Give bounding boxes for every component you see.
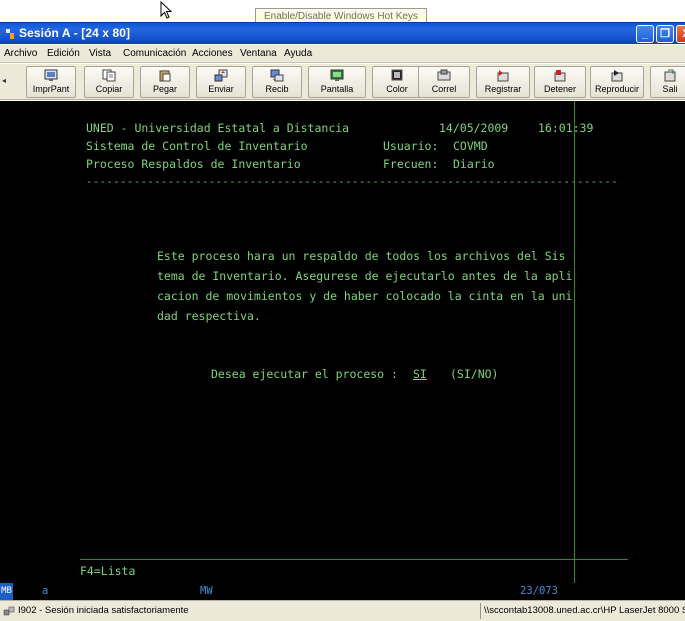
print-screen-icon (44, 69, 58, 81)
message-line-3: cacion de movimientos y de haber colocad… (157, 289, 573, 303)
receive-icon (270, 69, 284, 82)
execute-options: (SI/NO) (450, 367, 499, 381)
header-date: 14/05/2009 (439, 121, 509, 135)
play-icon (611, 70, 623, 82)
oia-mw-indicator: MW (200, 585, 213, 597)
toolbar-correl-button[interactable]: Correl (418, 66, 470, 98)
message-line-2: tema de Inventario. Asegurese de ejecuta… (157, 269, 573, 283)
toolbar-pantalla-label: Pantalla (320, 84, 354, 94)
toolbar-color-label: Color (386, 84, 408, 94)
oia-status-line: MB a MW 23/073 (0, 583, 685, 600)
toolbar-reproducir-label: Reproducir (594, 84, 640, 94)
correl-icon (437, 69, 451, 81)
toolbar-pegar-label: Pegar (152, 84, 178, 94)
status-message: I902 - Sesión iniciada satisfactoriament… (18, 605, 189, 616)
terminal-screen[interactable]: UNED - Universidad Estatal a Distancia 1… (0, 101, 685, 583)
printer-path: \\sccontab13008.uned.ac.cr\HP LaserJet 8… (484, 605, 685, 616)
send-icon (214, 69, 228, 82)
toolbar-imprpant-button[interactable]: ImprPant (26, 66, 76, 98)
toolbar-sali-button[interactable]: Sali (650, 66, 685, 98)
header-time: 16:01:39 (538, 121, 594, 135)
menu-archivo[interactable]: Archivo (4, 48, 37, 59)
menu-acciones[interactable]: Acciones (192, 48, 233, 59)
toolbar-reproducir-button[interactable]: Reproducir (590, 66, 644, 98)
toolbar-scroll-left-icon[interactable]: ◂ (2, 76, 6, 85)
execute-answer-field[interactable]: SI (413, 367, 427, 381)
record-icon (497, 70, 509, 82)
oia-cursor-position: 23/073 (520, 585, 558, 597)
f4-lista-key[interactable]: F4=Lista (80, 564, 135, 578)
minimize-button[interactable]: _ (636, 25, 654, 43)
toolbar-recib-button[interactable]: Recib (252, 66, 302, 98)
maximize-button[interactable]: ❐ (656, 25, 674, 43)
toolbar: ◂ ImprPant Copiar Pegar Enviar Recib Pan… (0, 64, 685, 100)
toolbar-sali-label: Sali (662, 84, 678, 94)
user-value: COVMD (453, 139, 488, 153)
window-titlebar[interactable]: Sesión A - [24 x 80] _ ❐ X (0, 22, 685, 44)
toolbar-pegar-button[interactable]: Pegar (140, 66, 190, 98)
color-icon (391, 69, 403, 81)
stop-icon (554, 70, 566, 82)
window-title: Sesión A - [24 x 80] (19, 26, 131, 40)
menu-edicion[interactable]: Edición (47, 48, 80, 59)
toolbar-color-button[interactable]: Color (372, 66, 422, 98)
menu-ventana[interactable]: Ventana (240, 48, 277, 59)
mouse-cursor-icon (160, 1, 172, 19)
screen-icon (330, 69, 344, 81)
message-line-1: Este proceso hara un respaldo de todos l… (157, 249, 566, 263)
oia-mb-indicator: MB (0, 583, 13, 600)
frequency-label: Frecuen: (383, 157, 439, 171)
crosshair-horizontal-rule (80, 559, 628, 560)
connection-status-icon (3, 606, 15, 616)
menu-vista[interactable]: Vista (89, 48, 111, 59)
menu-ayuda[interactable]: Ayuda (284, 48, 312, 59)
toolbar-enviar-button[interactable]: Enviar (196, 66, 246, 98)
copy-icon (102, 69, 116, 82)
toolbar-recib-label: Recib (265, 84, 289, 94)
close-button[interactable]: X (676, 25, 685, 43)
frequency-value: Diario (453, 157, 495, 171)
header-org: UNED - Universidad Estatal a Distancia (86, 121, 350, 135)
toolbar-registrar-label: Registrar (484, 84, 522, 94)
header-system: Sistema de Control de Inventario (86, 139, 308, 153)
status-bar: I902 - Sesión iniciada satisfactoriament… (0, 600, 685, 621)
header-divider: ----------------------------------------… (86, 176, 619, 188)
header-process: Proceso Respaldos de Inventario (86, 157, 301, 171)
menu-comunicacion[interactable]: Comunicación (123, 48, 186, 59)
paste-icon (159, 70, 171, 82)
crosshair-vertical-rule (574, 101, 575, 583)
toolbar-detener-button[interactable]: Detener (534, 66, 586, 98)
session-icon (6, 29, 15, 39)
toolbar-detener-label: Detener (543, 84, 577, 94)
toolbar-enviar-label: Enviar (208, 84, 234, 94)
toolbar-copiar-label: Copiar (95, 84, 123, 94)
oia-session-letter: a (42, 585, 49, 597)
toolbar-imprpant-label: ImprPant (32, 84, 70, 94)
user-label: Usuario: (383, 139, 439, 153)
toolbar-copiar-button[interactable]: Copiar (84, 66, 134, 98)
message-line-4: dad respectiva. (157, 309, 261, 323)
toolbar-pantalla-button[interactable]: Pantalla (308, 66, 366, 98)
status-separator (480, 603, 481, 619)
execute-prompt: Desea ejecutar el proceso : (211, 367, 398, 381)
toolbar-registrar-button[interactable]: Registrar (476, 66, 530, 98)
toolbar-correl-label: Correl (431, 84, 457, 94)
exit-icon (664, 69, 676, 82)
menu-bar: Archivo Edición Vista Comunicación Accio… (0, 45, 685, 63)
